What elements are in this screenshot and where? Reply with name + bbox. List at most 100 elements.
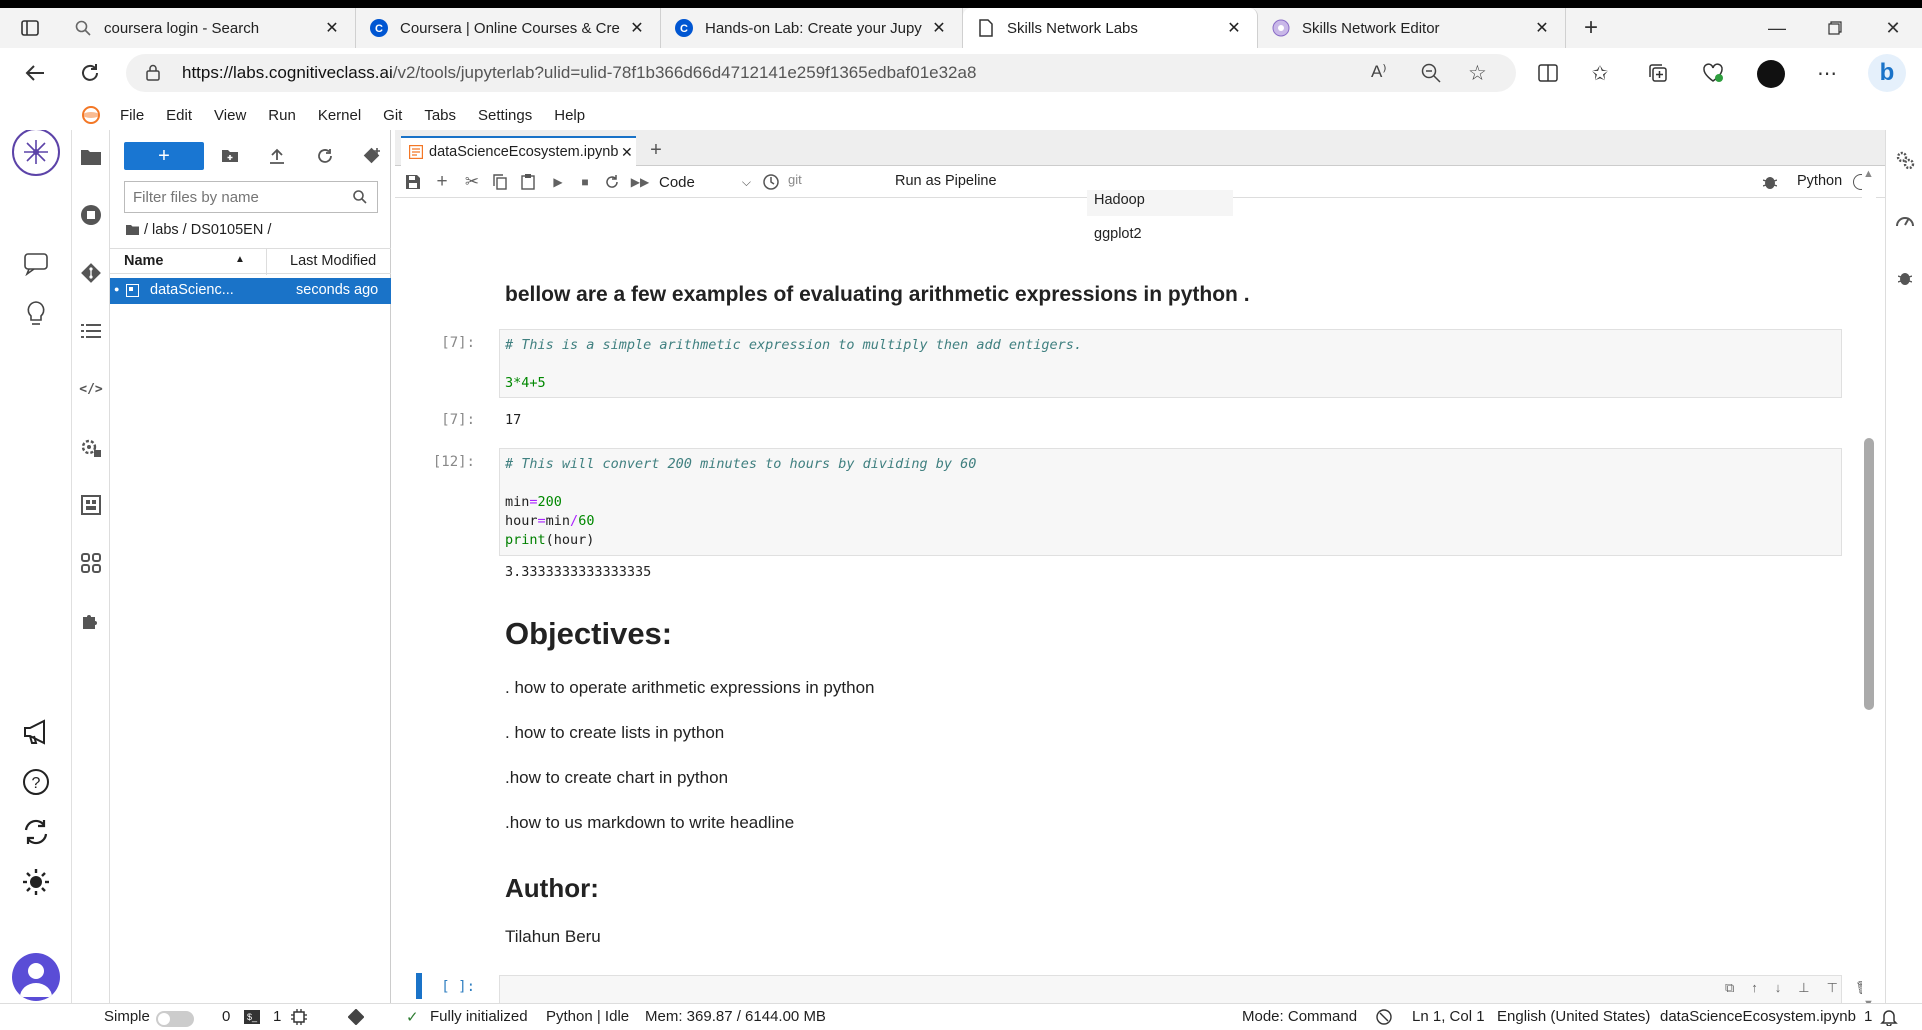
browser-essentials-icon[interactable] [1700,60,1726,86]
file-row[interactable]: ● dataScienc... seconds ago [110,278,391,304]
browser-tab-handson[interactable]: C Hands-on Lab: Create your Jupyt ✕ [661,8,963,48]
more-menu-icon[interactable]: ⋯ [1812,58,1842,88]
copy-icon[interactable] [490,172,510,192]
menu-edit[interactable]: Edit [166,107,192,124]
bell-icon[interactable] [1880,1008,1898,1026]
spellcheck-language[interactable]: English (United States) [1497,1008,1650,1025]
filter-files-input[interactable] [124,181,378,213]
run-as-pipeline-button[interactable]: Run as Pipeline [895,173,997,189]
debugger-bug-icon[interactable] [1893,266,1917,290]
kernel-name[interactable]: Python [1797,173,1842,189]
favorite-star-icon[interactable]: ☆ [1468,61,1487,86]
move-down-icon[interactable]: ↓ [1775,980,1782,996]
menu-file[interactable]: File [120,107,144,124]
close-icon[interactable]: ✕ [1225,18,1243,38]
new-tab-plus-button[interactable]: + [643,137,669,163]
no-kernel-warning-icon[interactable] [1376,1009,1392,1025]
breadcrumb-path[interactable]: / labs / DS0105EN / [144,222,271,238]
resource-gauge-icon[interactable] [1893,208,1917,232]
refresh-files-icon[interactable] [313,144,337,168]
upload-icon[interactable] [265,144,289,168]
close-icon[interactable]: ✕ [930,18,948,38]
cut-icon[interactable]: ✂ [462,172,482,192]
code-cell[interactable]: # This will convert 200 minutes to hours… [499,448,1842,556]
profile-avatar[interactable] [1757,60,1785,88]
refresh-icon[interactable] [75,58,105,88]
close-icon[interactable]: ✕ [621,144,633,161]
tab-actions-icon[interactable] [0,8,60,48]
menu-run[interactable]: Run [268,107,296,124]
code-cell[interactable]: # This is a simple arithmetic expression… [499,329,1842,398]
paste-icon[interactable] [518,172,538,192]
move-up-icon[interactable]: ↑ [1751,980,1758,996]
menu-kernel[interactable]: Kernel [318,107,361,124]
announcement-megaphone-icon[interactable] [20,716,52,748]
copilot-icon[interactable]: b [1868,54,1906,92]
menu-view[interactable]: View [214,107,246,124]
git-icon[interactable] [78,260,104,286]
save-icon[interactable] [403,172,423,192]
close-icon[interactable]: ✕ [323,18,341,38]
stop-icon[interactable]: ■ [575,172,595,192]
debugger-bug-icon[interactable] [1760,172,1780,192]
insert-cell-icon[interactable]: + [432,171,452,192]
menu-git[interactable]: Git [383,107,402,124]
run-icon[interactable]: ▶ [548,172,568,192]
cell-type-dropdown[interactable]: Code ⌵ [659,171,751,193]
simple-mode-toggle[interactable] [156,1011,194,1027]
kernel-count[interactable]: 1 [273,1008,281,1025]
chat-icon[interactable] [20,248,52,280]
help-icon[interactable]: ? [20,766,52,798]
theme-sun-icon[interactable] [20,866,52,898]
name-column-header[interactable]: Name [124,253,164,269]
browser-tab-coursera[interactable]: C Coursera | Online Courses & Crec ✕ [356,8,661,48]
lightbulb-icon[interactable] [20,298,52,330]
empty-code-cell[interactable]: ⧉ ↑ ↓ ⊥ ⊤ 🗑 [499,975,1871,1005]
close-icon[interactable]: ✕ [1533,18,1551,38]
menu-help[interactable]: Help [554,107,585,124]
collections-icon[interactable] [1645,60,1671,86]
duplicate-cell-icon[interactable]: ⧉ [1725,980,1734,996]
clock-icon[interactable] [761,172,781,192]
fast-forward-icon[interactable]: ▶▶ [629,172,651,192]
notebook-mode[interactable]: Mode: Command [1242,1008,1357,1025]
new-folder-icon[interactable] [218,144,242,168]
sync-icon[interactable] [20,816,52,848]
insert-above-icon[interactable]: ⊥ [1798,980,1809,996]
zoom-out-icon[interactable] [1421,63,1441,83]
elyra-pipelines-icon[interactable] [78,550,104,576]
browser-tab-skills-labs[interactable]: Skills Network Labs ✕ [963,8,1258,48]
insert-below-icon[interactable]: ⊤ [1827,980,1838,996]
property-gear-icon[interactable] [1893,148,1917,172]
split-screen-icon[interactable] [1535,60,1561,86]
skills-network-logo-icon[interactable] [12,128,60,176]
scroll-up-arrow-icon[interactable]: ▲ [1863,168,1874,180]
user-avatar[interactable] [12,953,60,1001]
running-stop-icon[interactable] [78,202,104,228]
folder-icon[interactable] [126,225,139,235]
back-arrow-icon[interactable] [20,58,50,88]
restore-button[interactable] [1806,8,1864,48]
favorites-icon[interactable]: ✩ [1585,58,1615,88]
browser-tab-editor[interactable]: Skills Network Editor ✕ [1258,8,1566,48]
terminal-count[interactable]: 0 [222,1008,230,1025]
new-tab-button[interactable]: + [1566,8,1616,48]
browser-tab-search[interactable]: coursera login - Search ✕ [60,8,356,48]
minimize-button[interactable]: — [1748,8,1806,48]
menu-tabs[interactable]: Tabs [424,107,456,124]
close-icon[interactable]: ✕ [628,18,646,38]
read-aloud-icon[interactable]: A⁾ [1371,62,1387,82]
property-inspector-icon[interactable] [78,492,104,518]
filter-files-field[interactable] [133,188,353,206]
extension-settings-icon[interactable] [78,434,104,460]
menu-settings[interactable]: Settings [478,107,532,124]
git-status-icon[interactable] [348,1009,364,1025]
close-window-button[interactable]: ✕ [1864,8,1922,48]
cursor-position[interactable]: Ln 1, Col 1 [1412,1008,1485,1025]
scrollbar-thumb[interactable] [1864,438,1874,710]
restart-icon[interactable] [602,172,622,192]
extension-manager-icon[interactable] [78,608,104,634]
modified-column-header[interactable]: Last Modified [290,253,376,269]
new-launcher-button[interactable]: + [124,142,204,170]
table-of-contents-icon[interactable] [78,318,104,344]
